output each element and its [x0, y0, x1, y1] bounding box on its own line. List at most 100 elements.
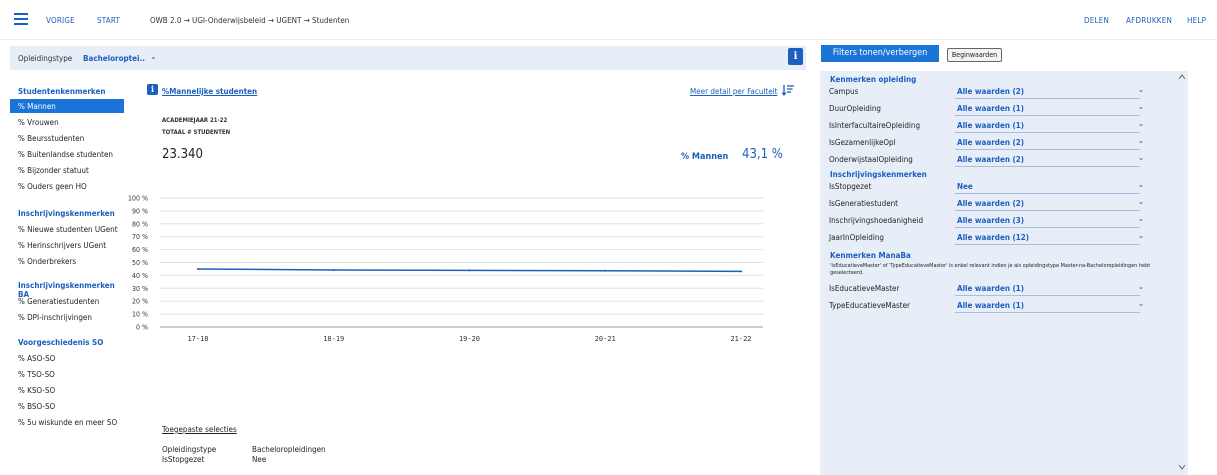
chevron-down-icon[interactable]: ⌄ [1138, 282, 1144, 291]
filter-label: JaarInOpleiding [829, 233, 884, 242]
select-underline [955, 132, 1140, 133]
filter-group-title: Kenmerken ManaBa [830, 251, 911, 260]
sidebar-item-bijzonder-statuut[interactable]: % Bijzonder statuut [18, 166, 89, 175]
sidebar-item-tso-so[interactable]: % TSO-SO [18, 370, 55, 379]
data-point[interactable] [740, 270, 742, 273]
filter-label: IsEducatieveMaster [829, 284, 900, 293]
filter-label: Inschrijvingshoedanigheid [829, 216, 924, 225]
filter-label: Campus [829, 87, 859, 96]
breadcrumb: OWB 2.0 → UGI-Onderwijsbeleid → UGENT → … [150, 16, 350, 25]
info-icon[interactable]: i [147, 84, 158, 95]
sidebar-item-bso-so[interactable]: % BSO-SO [18, 402, 55, 411]
type-educatieve-master-select[interactable]: Alle waarden (1) [957, 301, 1024, 310]
select-underline [955, 227, 1140, 228]
filter-label: Opleidingstype [18, 54, 73, 63]
sidebar-item-generatiestudenten[interactable]: % Generatiestudenten [18, 297, 99, 306]
sidebar-section-title: Studentenkenmerken [18, 87, 106, 96]
applied-key: IsStopgezet [162, 455, 205, 464]
sidebar-item-mannen[interactable]: % Mannen [18, 102, 56, 111]
sidebar-item-nieuwe-studenten[interactable]: % Nieuwe studenten UGent [18, 225, 118, 234]
info-icon[interactable]: i [788, 48, 803, 65]
jaar-in-opleiding-select[interactable]: Alle waarden (12) [957, 233, 1029, 242]
top-bar: VORIGE START OWB 2.0 → UGI-Onderwijsbele… [0, 0, 1217, 40]
share-link[interactable]: DELEN [1084, 16, 1109, 25]
back-link[interactable]: VORIGE [46, 16, 75, 25]
onderwijstaal-select[interactable]: Alle waarden (2) [957, 155, 1024, 164]
filters-scrollbar[interactable] [1176, 71, 1188, 475]
chevron-down-icon[interactable]: ⌄ [1138, 231, 1144, 240]
filter-group-note: 'IsEducatieveMaster' of 'TypeEducatieveM… [830, 263, 1151, 276]
y-tick-label: 50 % [132, 259, 148, 267]
filter-label: IsInterfacultaireOpleiding [829, 121, 921, 130]
generatiestudent-select[interactable]: Alle waarden (2) [957, 199, 1024, 208]
x-tick-label: 19-20 [459, 335, 480, 343]
total-students-value: 23.340 [162, 147, 203, 162]
data-point[interactable] [332, 268, 335, 271]
select-underline [955, 166, 1140, 167]
sidebar-item-herinschrijvers[interactable]: % Herinschrijvers UGent [18, 241, 106, 250]
y-tick-label: 10 % [132, 311, 148, 319]
campus-select[interactable]: Alle waarden (2) [957, 87, 1024, 96]
sidebar-item-dpi-inschrijvingen[interactable]: % DPI-inschrijvingen [18, 313, 92, 322]
sidebar-section-title: Voorgeschiedenis SO [18, 338, 104, 347]
sort-icon[interactable] [782, 84, 794, 96]
data-point[interactable] [468, 269, 471, 272]
sidebar-item-kso-so[interactable]: % KSO-SO [18, 386, 55, 395]
menu-icon[interactable] [14, 13, 28, 25]
print-link[interactable]: AFDRUKKEN [1126, 16, 1172, 25]
chevron-down-icon[interactable]: ⌄ [150, 52, 157, 62]
x-tick-label: 20-21 [595, 335, 616, 343]
total-students-label: TOTAAL # STUDENTEN [162, 129, 231, 136]
sidebar-item-wiskunde-so[interactable]: % 5u wiskunde en meer SO [18, 418, 117, 427]
chevron-down-icon[interactable]: ⌄ [1138, 180, 1144, 189]
sidebar-item-beursstudenten[interactable]: % Beursstudenten [18, 134, 84, 143]
select-underline [955, 244, 1140, 245]
educatieve-master-select[interactable]: Alle waarden (1) [957, 284, 1024, 293]
y-tick-label: 0 % [136, 324, 148, 332]
duur-opleiding-select[interactable]: Alle waarden (1) [957, 104, 1024, 113]
inschrijvingshoedanigheid-select[interactable]: Alle waarden (3) [957, 216, 1024, 225]
detail-per-faculteit-link[interactable]: Meer detail per Faculteit [690, 87, 777, 96]
chevron-down-icon[interactable]: ⌄ [1138, 214, 1144, 223]
sidebar-item-aso-so[interactable]: % ASO-SO [18, 354, 55, 363]
sidebar-section-title: Inschrijvingskenmerken [18, 209, 115, 218]
academic-year-label: ACADEMIEJAAR 21-22 [162, 117, 228, 124]
chevron-down-icon[interactable]: ⌄ [1138, 119, 1144, 128]
gezamenlijke-opl-select[interactable]: Alle waarden (2) [957, 138, 1024, 147]
chevron-down-icon[interactable]: ⌄ [1138, 153, 1144, 162]
interfacultair-select[interactable]: Alle waarden (1) [957, 121, 1024, 130]
select-underline [955, 115, 1140, 116]
help-link[interactable]: HELP [1187, 16, 1206, 25]
chart-title[interactable]: %Mannelijke studenten [162, 87, 257, 96]
chevron-down-icon[interactable]: ⌄ [1138, 136, 1144, 145]
y-tick-label: 40 % [132, 272, 148, 280]
sidebar-item-ouders-geen-ho[interactable]: % Ouders geen HO [18, 182, 87, 191]
filter-label: IsGezamenlijkeOpl [829, 138, 896, 147]
scroll-down-icon[interactable] [1178, 464, 1186, 470]
sidebar-item-buitenlandse[interactable]: % Buitenlandse studenten [18, 150, 113, 159]
y-tick-label: 80 % [132, 220, 148, 228]
start-link[interactable]: START [97, 16, 120, 25]
applied-value: Bacheloropleidingen [252, 445, 326, 454]
filter-label: DuurOpleiding [829, 104, 881, 113]
reset-filters-button[interactable]: Beginwaarden [947, 48, 1002, 62]
chevron-down-icon[interactable]: ⌄ [1138, 102, 1144, 111]
chevron-down-icon[interactable]: ⌄ [1138, 299, 1144, 308]
opleidingstype-select[interactable]: Bacheloroptei.. [83, 54, 145, 63]
applied-key: Opleidingstype [162, 445, 217, 454]
select-underline [955, 312, 1140, 313]
sidebar-item-onderbrekers[interactable]: % Onderbrekers [18, 257, 76, 266]
data-point[interactable] [197, 267, 199, 270]
chevron-down-icon[interactable]: ⌄ [1138, 197, 1144, 206]
toggle-filters-button[interactable]: Filters tonen/verbergen [821, 45, 939, 62]
is-stopgezet-select[interactable]: Nee [957, 182, 973, 191]
filter-label: IsGeneratiestudent [829, 199, 899, 208]
chevron-down-icon[interactable]: ⌄ [1138, 85, 1144, 94]
data-point[interactable] [604, 269, 607, 272]
sidebar-item-vrouwen[interactable]: % Vrouwen [18, 118, 59, 127]
applied-selections-title[interactable]: Toegepaste selecties [162, 425, 237, 434]
scroll-up-icon[interactable] [1178, 74, 1186, 80]
select-underline [955, 210, 1140, 211]
filters-panel: Kenmerken opleiding Campus Alle waarden … [820, 71, 1188, 475]
kpi-value: 43,1 % [742, 147, 783, 162]
